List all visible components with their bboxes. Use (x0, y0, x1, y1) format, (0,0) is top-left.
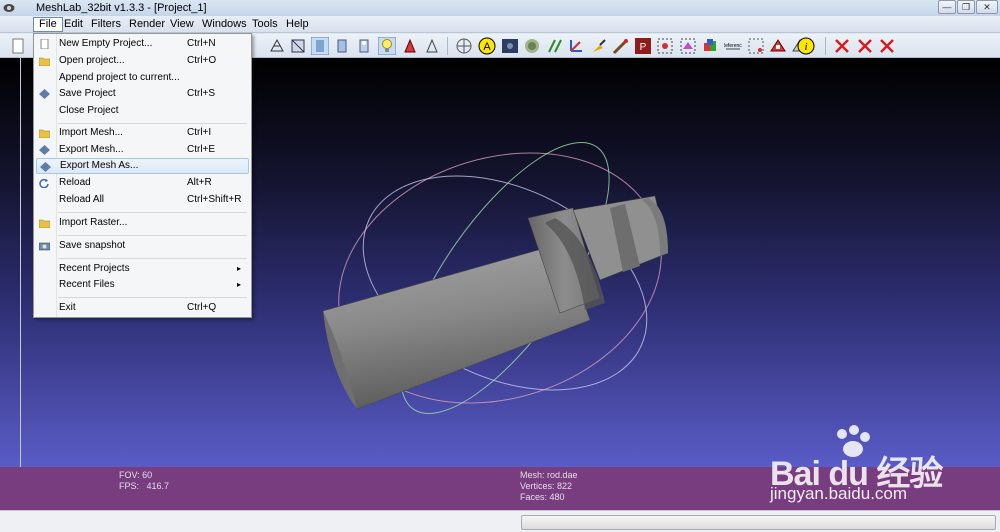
colorize-icon[interactable] (702, 37, 720, 55)
menu-item-save-snapshot[interactable]: Save snapshot (36, 238, 249, 254)
menu-separator (58, 123, 247, 124)
progress-bar (521, 515, 996, 530)
delete-faces-icon[interactable] (856, 37, 874, 55)
save-icon (39, 145, 50, 155)
wireframe-icon[interactable] (268, 37, 286, 55)
save-icon (39, 89, 50, 99)
open-folder-icon (39, 219, 50, 228)
svg-text:i: i (804, 41, 807, 53)
window-controls: — ❐ ✕ (938, 0, 998, 14)
new-document-icon[interactable] (9, 37, 27, 55)
menu-separator (58, 212, 247, 213)
minimize-button[interactable]: — (938, 0, 956, 14)
toolbar-separator (447, 37, 448, 55)
info-icon[interactable]: i (797, 37, 815, 55)
mesh-sphere-icon[interactable] (523, 37, 541, 55)
menu-item-export-mesh-as[interactable]: Export Mesh As... (36, 158, 249, 174)
svg-text:P: P (640, 42, 647, 53)
menu-item-import-mesh[interactable]: Import Mesh... Ctrl+I (36, 125, 249, 141)
light-bulb-icon[interactable] (378, 37, 396, 55)
menu-item-import-raster[interactable]: Import Raster... (36, 215, 249, 231)
menu-separator (58, 235, 247, 236)
fps-readout: FPS: 416.7 (119, 481, 170, 491)
submenu-arrow-icon: ▸ (237, 264, 242, 273)
meshlab-app-icon (3, 4, 15, 12)
menu-view[interactable]: View (165, 17, 199, 32)
delete-vertices-icon[interactable] (833, 37, 851, 55)
close-button[interactable]: ✕ (976, 0, 998, 14)
measure-icon[interactable]: Reference (724, 37, 742, 55)
reload-icon (39, 178, 49, 188)
menu-item-reload[interactable]: Reload Alt+R (36, 175, 249, 191)
new-document-icon (40, 39, 49, 49)
watermark-url: jingyan.baidu.com (770, 484, 908, 503)
svg-text:A: A (483, 41, 491, 53)
file-menu-dropdown: New Empty Project... Ctrl+N Open project… (33, 33, 252, 318)
raster-icon[interactable] (501, 37, 519, 55)
delete-selection-icon[interactable] (878, 37, 896, 55)
menu-item-open-project[interactable]: Open project... Ctrl+O (36, 53, 249, 69)
menu-item-new-empty-project[interactable]: New Empty Project... Ctrl+N (36, 36, 249, 52)
baidu-watermark: Bai du 经验 jingyan.baidu.com (770, 425, 995, 508)
menu-item-reload-all[interactable]: Reload All Ctrl+Shift+R (36, 192, 249, 208)
toolbar-separator (825, 37, 826, 55)
hidden-lines-icon[interactable] (289, 37, 307, 55)
title-bar: MeshLab_32bit v1.3.3 - [Project_1] — ❐ ✕ (0, 0, 1000, 16)
select-vertices-icon[interactable] (656, 37, 674, 55)
trackball-icon[interactable] (455, 37, 473, 55)
color-mode-icon[interactable] (401, 37, 419, 55)
pick-points-icon[interactable] (747, 37, 765, 55)
menu-item-exit[interactable]: Exit Ctrl+Q (36, 300, 249, 316)
mesh-name: Mesh: rod.dae (520, 470, 578, 480)
menu-windows[interactable]: Windows (197, 17, 252, 32)
menu-filters[interactable]: Filters (86, 17, 126, 32)
open-folder-icon (39, 57, 50, 66)
menu-help[interactable]: Help (281, 17, 314, 32)
menu-edit[interactable]: Edit (59, 17, 88, 32)
menu-bar: File Edit Filters Render View Windows To… (0, 16, 1000, 33)
menu-item-export-mesh[interactable]: Export Mesh... Ctrl+E (36, 142, 249, 158)
paint-icon[interactable] (590, 37, 608, 55)
menu-item-close-project[interactable]: Close Project (36, 103, 249, 119)
submenu-arrow-icon: ▸ (237, 280, 242, 289)
flat-shading-icon[interactable] (311, 37, 329, 55)
menu-item-recent-projects[interactable]: Recent Projects ▸ (36, 261, 249, 277)
manipulator-icon[interactable] (568, 37, 586, 55)
menu-render[interactable]: Render (124, 17, 170, 32)
vertex-count: Vertices: 822 (520, 481, 573, 491)
brush-icon[interactable] (612, 37, 630, 55)
face-count: Faces: 480 (520, 492, 565, 502)
normals-icon[interactable] (423, 37, 441, 55)
menu-tools[interactable]: Tools (247, 17, 283, 32)
smooth-shading-icon[interactable] (333, 37, 351, 55)
camera-icon (39, 242, 50, 251)
menu-item-recent-files[interactable]: Recent Files ▸ (36, 277, 249, 293)
svg-text:Reference: Reference (724, 43, 742, 49)
select-faces-icon[interactable]: P (634, 37, 652, 55)
status-bar (0, 510, 1000, 532)
window-title: MeshLab_32bit v1.3.3 - [Project_1] (36, 2, 207, 14)
menu-item-append-project[interactable]: Append project to current... (36, 70, 249, 86)
restore-button[interactable]: ❐ (957, 0, 975, 14)
menu-separator (58, 258, 247, 259)
select-component-icon[interactable] (679, 37, 697, 55)
fov-readout: FOV: 60 (119, 470, 153, 480)
align-icon[interactable] (546, 37, 564, 55)
menu-item-save-project[interactable]: Save Project Ctrl+S (36, 86, 249, 102)
save-icon (40, 162, 51, 172)
menu-separator (58, 297, 247, 298)
quality-icon[interactable] (769, 37, 787, 55)
texture-icon[interactable] (355, 37, 373, 55)
annotation-icon[interactable]: A (478, 37, 496, 55)
dock-divider (20, 58, 21, 510)
open-folder-icon (39, 129, 50, 138)
